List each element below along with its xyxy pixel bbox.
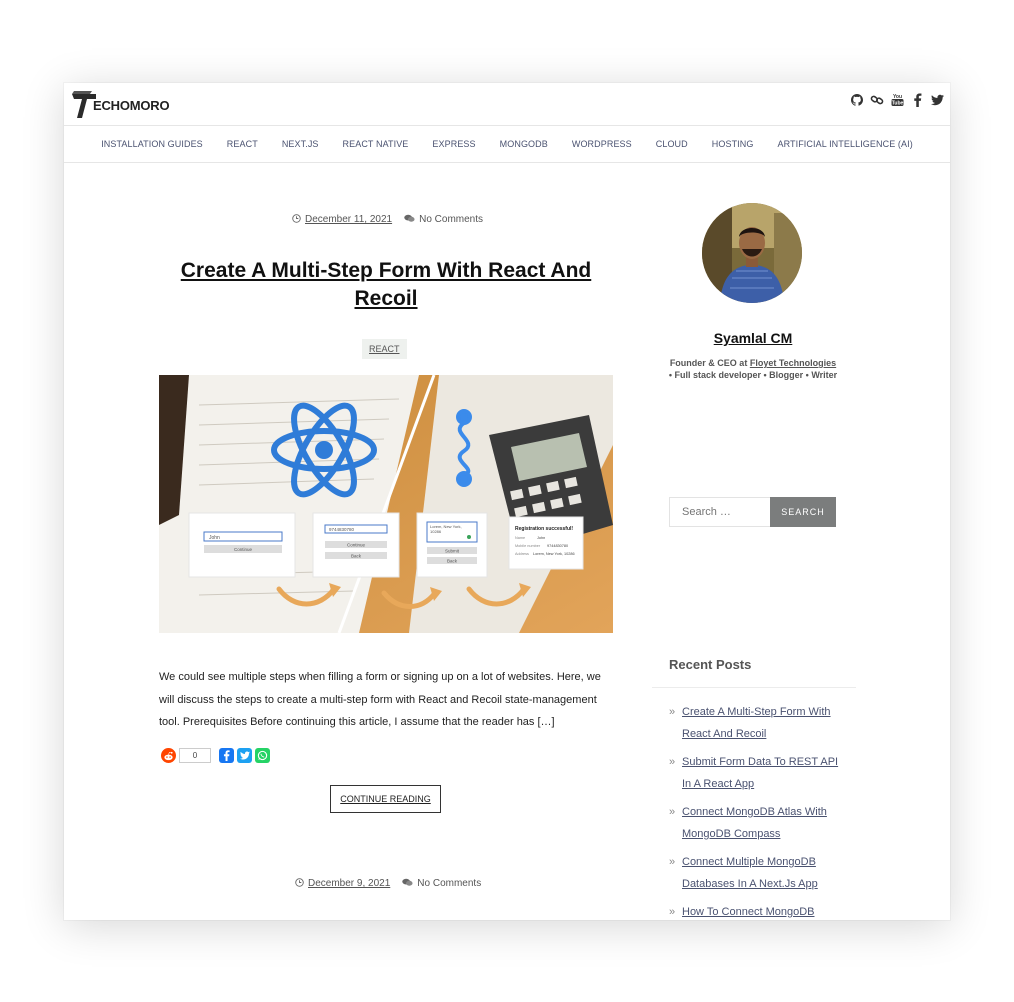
comments-icon <box>402 878 413 889</box>
list-item: » Submit Form Data To REST API In A React… <box>669 751 849 795</box>
svg-text:Back: Back <box>351 554 362 559</box>
next-post-meta: December 9, 2021 No Comments <box>295 878 481 889</box>
post-title[interactable]: Create A Multi-Step Form With React And … <box>160 257 612 313</box>
nav-item-react[interactable]: REACT <box>215 139 270 149</box>
chevron-right-icon: » <box>669 906 676 918</box>
author-avatar <box>702 203 802 303</box>
form-card-step-2: 9744830780 Continue Back <box>312 512 400 578</box>
nav-item-react-native[interactable]: REACT NATIVE <box>331 139 421 149</box>
clock-icon <box>295 878 304 889</box>
author-bio-rest: • Full stack developer • Blogger • Write… <box>668 369 838 380</box>
post-excerpt: We could see multiple steps when filling… <box>159 671 601 728</box>
share-buttons: 0 <box>161 748 270 763</box>
site-header: ECHOMORO You Tube <box>64 83 950 126</box>
svg-text:Lorem, New York, 10286: Lorem, New York, 10286 <box>533 552 575 556</box>
recent-post-link[interactable]: How To Connect MongoDB <box>682 906 814 918</box>
list-item: » Connect Multiple MongoDB Databases In A… <box>669 851 849 895</box>
chevron-right-icon: » <box>669 756 676 768</box>
chevron-right-icon: » <box>669 856 676 868</box>
browser-page: ECHOMORO You Tube INSTALLATION GUIDES REA… <box>64 83 950 920</box>
recent-posts-list: » Create A Multi-Step Form With React And… <box>669 701 849 920</box>
list-item: » Connect MongoDB Atlas With MongoDB Comp… <box>669 801 849 845</box>
github-icon[interactable] <box>850 93 864 107</box>
clock-icon <box>292 214 301 225</box>
svg-text:Address: Address <box>515 552 529 556</box>
next-post-date[interactable]: December 9, 2021 <box>308 878 390 889</box>
chevron-right-icon: » <box>669 806 676 818</box>
list-item: » How To Connect MongoDB <box>669 901 849 920</box>
svg-text:Name: Name <box>515 536 525 540</box>
form-card-step-1: John Continue <box>188 512 296 578</box>
post-comments[interactable]: No Comments <box>419 214 483 225</box>
facebook-icon[interactable] <box>910 93 924 107</box>
list-item: » Create A Multi-Step Form With React And… <box>669 701 849 745</box>
nav-item-hosting[interactable]: HOSTING <box>700 139 766 149</box>
category-tag[interactable]: REACT <box>362 339 407 359</box>
author-bio-prefix: Founder & CEO at <box>669 358 750 368</box>
recent-post-link[interactable]: Create A Multi-Step Form With React And … <box>682 706 831 740</box>
recent-posts-title: Recent Posts <box>669 657 752 672</box>
svg-text:9744830780: 9744830780 <box>547 544 568 548</box>
recent-posts-divider <box>652 687 856 688</box>
svg-text:John: John <box>209 535 220 541</box>
hero-illustration: John Continue 9744830780 Continue Back L… <box>159 375 613 633</box>
post-hero-image[interactable]: John Continue 9744830780 Continue Back L… <box>159 375 613 633</box>
search-input[interactable] <box>669 497 771 527</box>
chevron-right-icon: » <box>669 706 676 718</box>
nav-item-mongodb[interactable]: MONGODB <box>488 139 560 149</box>
author-bio: Founder & CEO at Floyet Technologies • F… <box>664 358 842 381</box>
twitter-icon[interactable] <box>930 93 944 107</box>
logo-text: ECHOMORO <box>93 98 170 113</box>
svg-text:10286: 10286 <box>430 529 442 534</box>
author-name[interactable]: Syamlal CM <box>664 330 842 346</box>
nav-item-wordpress[interactable]: WORDPRESS <box>560 139 644 149</box>
comments-icon <box>404 214 415 225</box>
share-count: 0 <box>179 748 211 763</box>
recent-post-link[interactable]: Connect Multiple MongoDB Databases In A … <box>682 856 818 890</box>
svg-text:9744830780: 9744830780 <box>329 527 355 532</box>
svg-text:Submit: Submit <box>445 549 460 554</box>
site-logo[interactable]: ECHOMORO <box>72 90 170 118</box>
recent-post-link[interactable]: Submit Form Data To REST API In A React … <box>682 756 838 790</box>
post-meta: December 11, 2021 No Comments <box>292 214 483 225</box>
twitter-share-icon[interactable] <box>237 748 252 763</box>
svg-text:Tube: Tube <box>891 101 903 107</box>
nav-item-cloud[interactable]: CLOUD <box>644 139 700 149</box>
recent-post-link[interactable]: Connect MongoDB Atlas With MongoDB Compa… <box>682 806 827 840</box>
svg-text:Continue: Continue <box>234 547 253 552</box>
next-post-comments[interactable]: No Comments <box>417 878 481 889</box>
form-card-step-4: Registration successful! Name John Mobil… <box>508 516 584 570</box>
social-links: You Tube <box>850 93 944 107</box>
logo-mark-icon <box>72 91 96 118</box>
facebook-share-icon[interactable] <box>219 748 234 763</box>
youtube-icon[interactable]: You Tube <box>890 93 904 107</box>
search-button[interactable]: SEARCH <box>770 497 836 527</box>
main-nav: INSTALLATION GUIDES REACT NEXT.JS REACT … <box>64 126 950 163</box>
post-date[interactable]: December 11, 2021 <box>305 214 392 225</box>
link-icon[interactable] <box>870 93 884 107</box>
nav-item-installation-guides[interactable]: INSTALLATION GUIDES <box>89 139 215 149</box>
whatsapp-share-icon[interactable] <box>255 748 270 763</box>
nav-item-ai[interactable]: ARTIFICIAL INTELLIGENCE (AI) <box>765 139 924 149</box>
svg-text:Back: Back <box>447 559 458 564</box>
author-company-link[interactable]: Floyet Technologies <box>750 358 836 368</box>
form-card-step-3: Lorem, New York, 10286 Submit Back <box>416 512 488 578</box>
nav-item-nextjs[interactable]: NEXT.JS <box>270 139 331 149</box>
svg-text:John: John <box>537 536 545 540</box>
svg-text:Mobile number: Mobile number <box>515 544 541 548</box>
nav-item-express[interactable]: EXPRESS <box>420 139 487 149</box>
svg-text:Continue: Continue <box>347 543 366 548</box>
reddit-icon[interactable] <box>161 748 176 763</box>
svg-text:Registration successful!: Registration successful! <box>515 526 573 532</box>
continue-reading-button[interactable]: CONTINUE READING <box>330 785 441 813</box>
